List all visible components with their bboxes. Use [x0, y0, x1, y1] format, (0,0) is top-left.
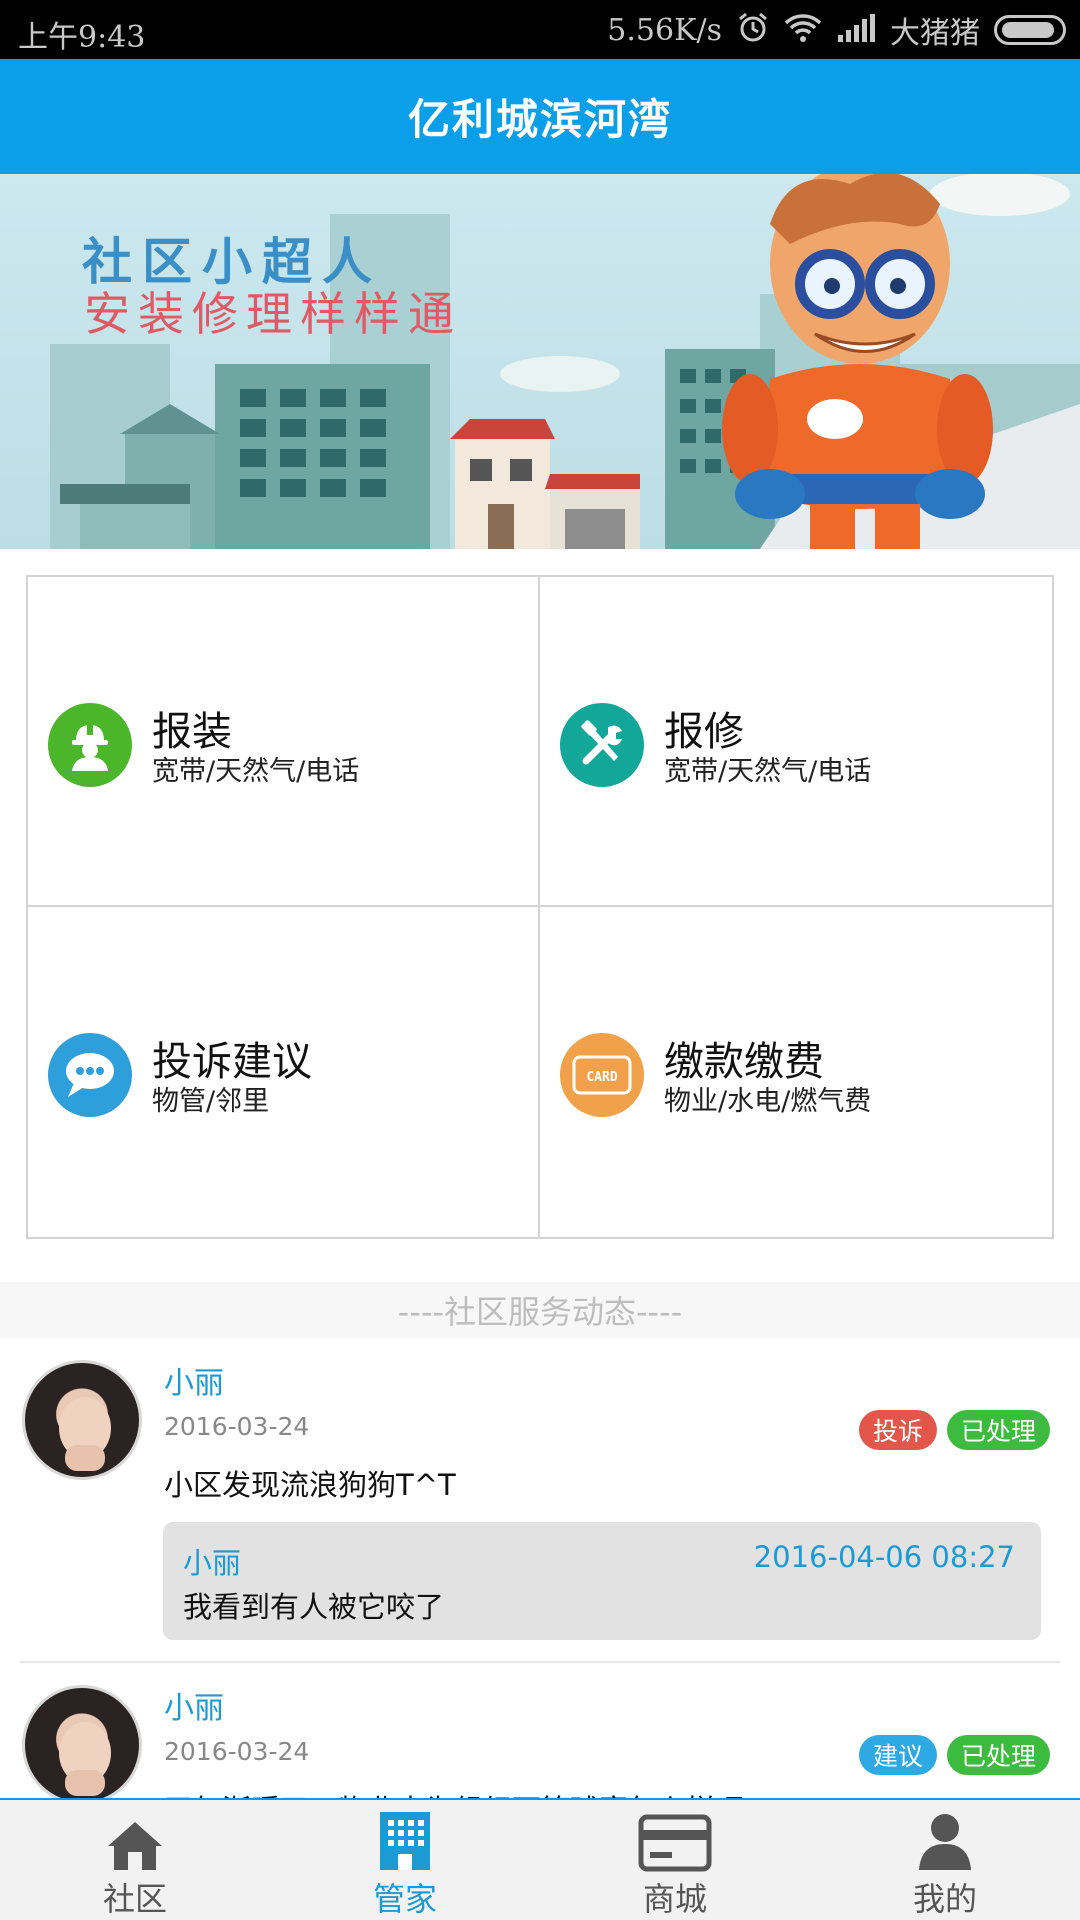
reply-text: 我看到有人被它咬了 [183, 1590, 445, 1624]
nav-label: 社区 [102, 1880, 167, 1918]
carrier-name: 大猪猪 [890, 16, 980, 51]
post-user[interactable]: 小丽 [164, 1358, 224, 1402]
post-user[interactable]: 小丽 [164, 1683, 224, 1727]
reply-user[interactable]: 小丽 [183, 1540, 241, 1582]
category-badge: 建议 [858, 1735, 937, 1775]
post-date: 2016-03-24 [164, 1412, 310, 1441]
page-title: 亿利城滨河湾 [407, 95, 672, 144]
card-icon: CARD [560, 1033, 644, 1117]
wifi-icon [784, 13, 822, 47]
svg-text:CARD: CARD [586, 1070, 617, 1085]
banner-subheadline: 安装修理样样通 [84, 287, 462, 341]
status-time: 上午9:43 [18, 20, 146, 55]
tools-icon [560, 703, 644, 787]
nav-label: 我的 [912, 1880, 977, 1918]
bottom-nav: 社区 管家 商城 我的 [0, 1798, 1080, 1920]
reply-time: 2016-04-06 08:27 [753, 1540, 1015, 1574]
signal-icon [836, 13, 876, 47]
feed-post[interactable]: 小丽 2016-03-24 投诉 已处理 小区发现流浪狗狗T^T 小丽 2016… [20, 1338, 1060, 1663]
service-payment[interactable]: CARD 缴款缴费 物业/水电/燃气费 [540, 907, 1052, 1237]
nav-butler[interactable]: 管家 [270, 1800, 540, 1920]
alarm-icon [736, 11, 770, 49]
card-wallet-icon [638, 1810, 712, 1872]
battery-icon [994, 15, 1066, 45]
building-icon [378, 1810, 432, 1872]
nav-mine[interactable]: 我的 [810, 1800, 1080, 1920]
status-icons: 5.56K/s 大猪猪 [607, 8, 1066, 52]
post-tags: 投诉 已处理 [858, 1410, 1050, 1450]
service-desc: 物管/邻里 [152, 1086, 270, 1117]
avatar[interactable] [22, 1685, 142, 1798]
status-badge: 已处理 [946, 1735, 1050, 1775]
feed-post[interactable]: 小丽 2016-03-24 建议 已处理 天气渐暖了，物业来为组织下篮球赛怎么样… [20, 1663, 1060, 1798]
post-content: 小区发现流浪狗狗T^T [164, 1468, 456, 1502]
nav-mall[interactable]: 商城 [540, 1800, 810, 1920]
service-desc: 宽带/天然气/电话 [152, 756, 360, 787]
post-content: 天气渐暖了，物业来为组织下篮球赛怎么样呀^0^ [164, 1787, 811, 1798]
person-icon [917, 1810, 973, 1872]
nav-label: 商城 [642, 1880, 707, 1918]
service-desc: 物业/水电/燃气费 [664, 1086, 872, 1117]
home-icon [104, 1810, 166, 1872]
service-grid: 报装 宽带/天然气/电话 报修 宽带/天然气/电话 投诉建议 物管/邻里 CAR… [26, 575, 1054, 1239]
post-tags: 建议 已处理 [858, 1735, 1050, 1775]
status-badge: 已处理 [946, 1410, 1050, 1450]
section-title: ----社区服务动态---- [0, 1282, 1080, 1338]
service-complaint[interactable]: 投诉建议 物管/邻里 [28, 907, 540, 1237]
nav-label: 管家 [372, 1880, 437, 1918]
service-desc: 宽带/天然气/电话 [664, 756, 872, 787]
chat-icon [48, 1033, 132, 1117]
status-bar: 上午9:43 5.56K/s 大猪猪 [0, 0, 1080, 59]
activity-feed[interactable]: 小丽 2016-03-24 投诉 已处理 小区发现流浪狗狗T^T 小丽 2016… [0, 1338, 1080, 1798]
app-header: 亿利城滨河湾 [0, 59, 1080, 174]
post-date: 2016-03-24 [164, 1737, 310, 1766]
worker-icon [48, 703, 132, 787]
post-reply: 小丽 2016-04-06 08:27 我看到有人被它咬了 [163, 1522, 1041, 1640]
avatar[interactable] [22, 1360, 142, 1480]
service-repair[interactable]: 报修 宽带/天然气/电话 [540, 577, 1052, 907]
category-badge: 投诉 [858, 1410, 937, 1450]
promo-banner[interactable]: 社区小超人 安装修理样样通 [0, 174, 1080, 549]
nav-community[interactable]: 社区 [0, 1800, 270, 1920]
net-speed: 5.56K/s [607, 12, 722, 48]
service-install[interactable]: 报装 宽带/天然气/电话 [28, 577, 540, 907]
